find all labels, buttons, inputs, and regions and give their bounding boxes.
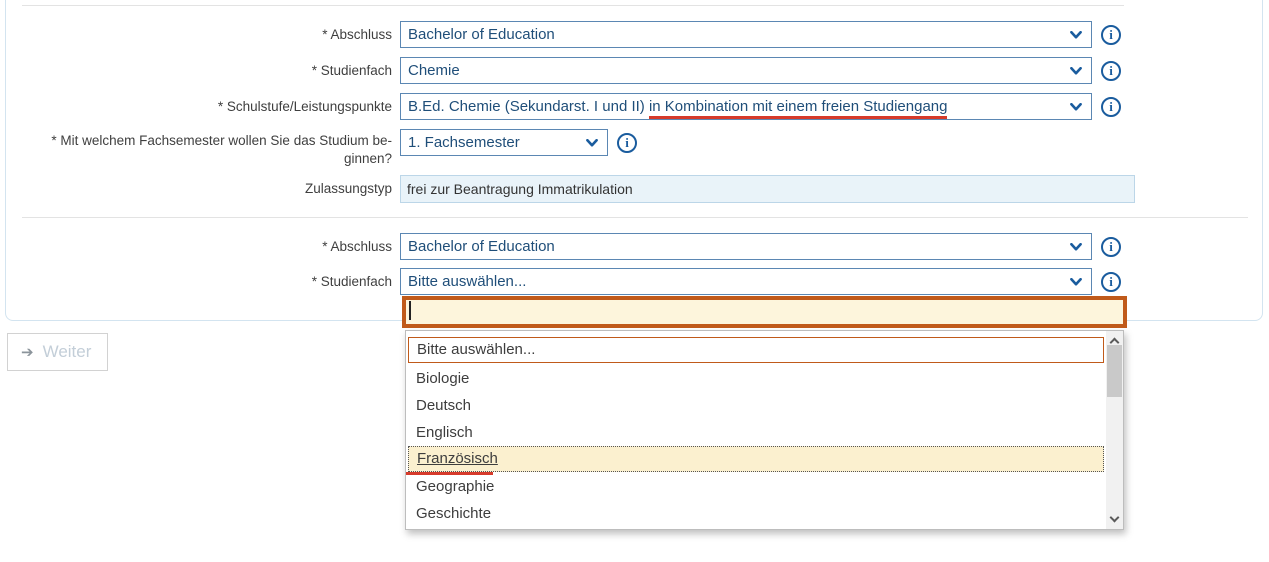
schulstufe-value-red-underlined: in Kombination mit einem freien Studieng… [649,98,948,119]
chevron-down-icon [1070,103,1082,111]
dropdown-option-biologie[interactable]: Biologie [408,365,1104,392]
chevron-down-icon [1070,31,1082,39]
abschluss-select-1-value: Bachelor of Education [408,22,555,47]
schulstufe-select-value: B.Ed. Chemie (Sekundarst. I und II) in K… [408,94,947,119]
info-icon[interactable] [617,133,637,153]
studienfach-select-1[interactable]: Chemie [400,57,1092,84]
studienfach-dropdown-list: Bitte auswählen... Biologie Deutsch Engl… [405,330,1124,530]
studienfach-label-1: * Studienfach [22,63,392,79]
info-icon[interactable] [1101,97,1121,117]
studienfach-select-1-value: Chemie [408,58,460,83]
abschluss-label-1: * Abschluss [22,27,392,43]
fachsemester-label-line1: * Mit welchem Fachsemester wollen Sie da… [22,132,392,150]
top-divider [22,5,1124,6]
abschluss-select-2-value: Bachelor of Education [408,234,555,259]
scrollbar-thumb[interactable] [1107,345,1122,397]
chevron-down-icon [586,139,598,147]
weiter-button-label: Weiter [43,342,92,362]
dropdown-option-franzoesisch-highlighted[interactable]: Französisch [408,446,1104,472]
chevron-down-icon [1070,243,1082,251]
arrow-right-icon: ➔ [21,343,34,361]
schulstufe-value-plain: B.Ed. Chemie (Sekundarst. I und II) [408,98,649,115]
info-icon[interactable] [1101,272,1121,292]
annotation-red-underline [406,472,493,475]
studienfach-label-2: * Studienfach [22,274,392,290]
fachsemester-select[interactable]: 1. Fachsemester [400,129,608,156]
chevron-down-icon [1070,278,1082,286]
weiter-button[interactable]: ➔ Weiter [7,333,108,371]
abschluss-select-2[interactable]: Bachelor of Education [400,233,1092,260]
zulassungstyp-label: Zulassungstyp [22,181,392,197]
dropdown-scrollbar[interactable] [1106,331,1123,529]
text-cursor [409,301,411,320]
dropdown-option-geographie[interactable]: Geographie [408,473,1104,500]
fachsemester-label-line2: ginnen? [22,150,392,168]
info-icon[interactable] [1101,25,1121,45]
studienfach-select-2-value: Bitte auswählen... [408,269,526,294]
dropdown-option-deutsch[interactable]: Deutsch [408,392,1104,419]
fachsemester-select-value: 1. Fachsemester [408,130,520,155]
abschluss-label-2: * Abschluss [22,239,392,255]
studienfach-select-2[interactable]: Bitte auswählen... [400,268,1092,295]
info-icon[interactable] [1101,61,1121,81]
info-icon[interactable] [1101,237,1121,257]
schulstufe-select[interactable]: B.Ed. Chemie (Sekundarst. I und II) in K… [400,93,1092,120]
abschluss-select-1[interactable]: Bachelor of Education [400,21,1092,48]
section-divider [22,217,1248,218]
study-application-form: * Abschluss Bachelor of Education * Stud… [0,0,1269,562]
scroll-down-icon[interactable] [1110,513,1120,523]
schulstufe-label: * Schulstufe/Leistungspunkte [22,99,392,115]
chevron-down-icon [1070,67,1082,75]
fachsemester-label: * Mit welchem Fachsemester wollen Sie da… [22,132,392,168]
dropdown-option-geschichte[interactable]: Geschichte [408,500,1104,527]
dropdown-option-englisch[interactable]: Englisch [408,419,1104,446]
studienfach-filter-input[interactable] [402,296,1127,328]
dropdown-option-bitte-auswaehlen[interactable]: Bitte auswählen... [408,337,1104,363]
zulassungstyp-value-box: frei zur Beantragung Immatrikulation [400,175,1135,203]
